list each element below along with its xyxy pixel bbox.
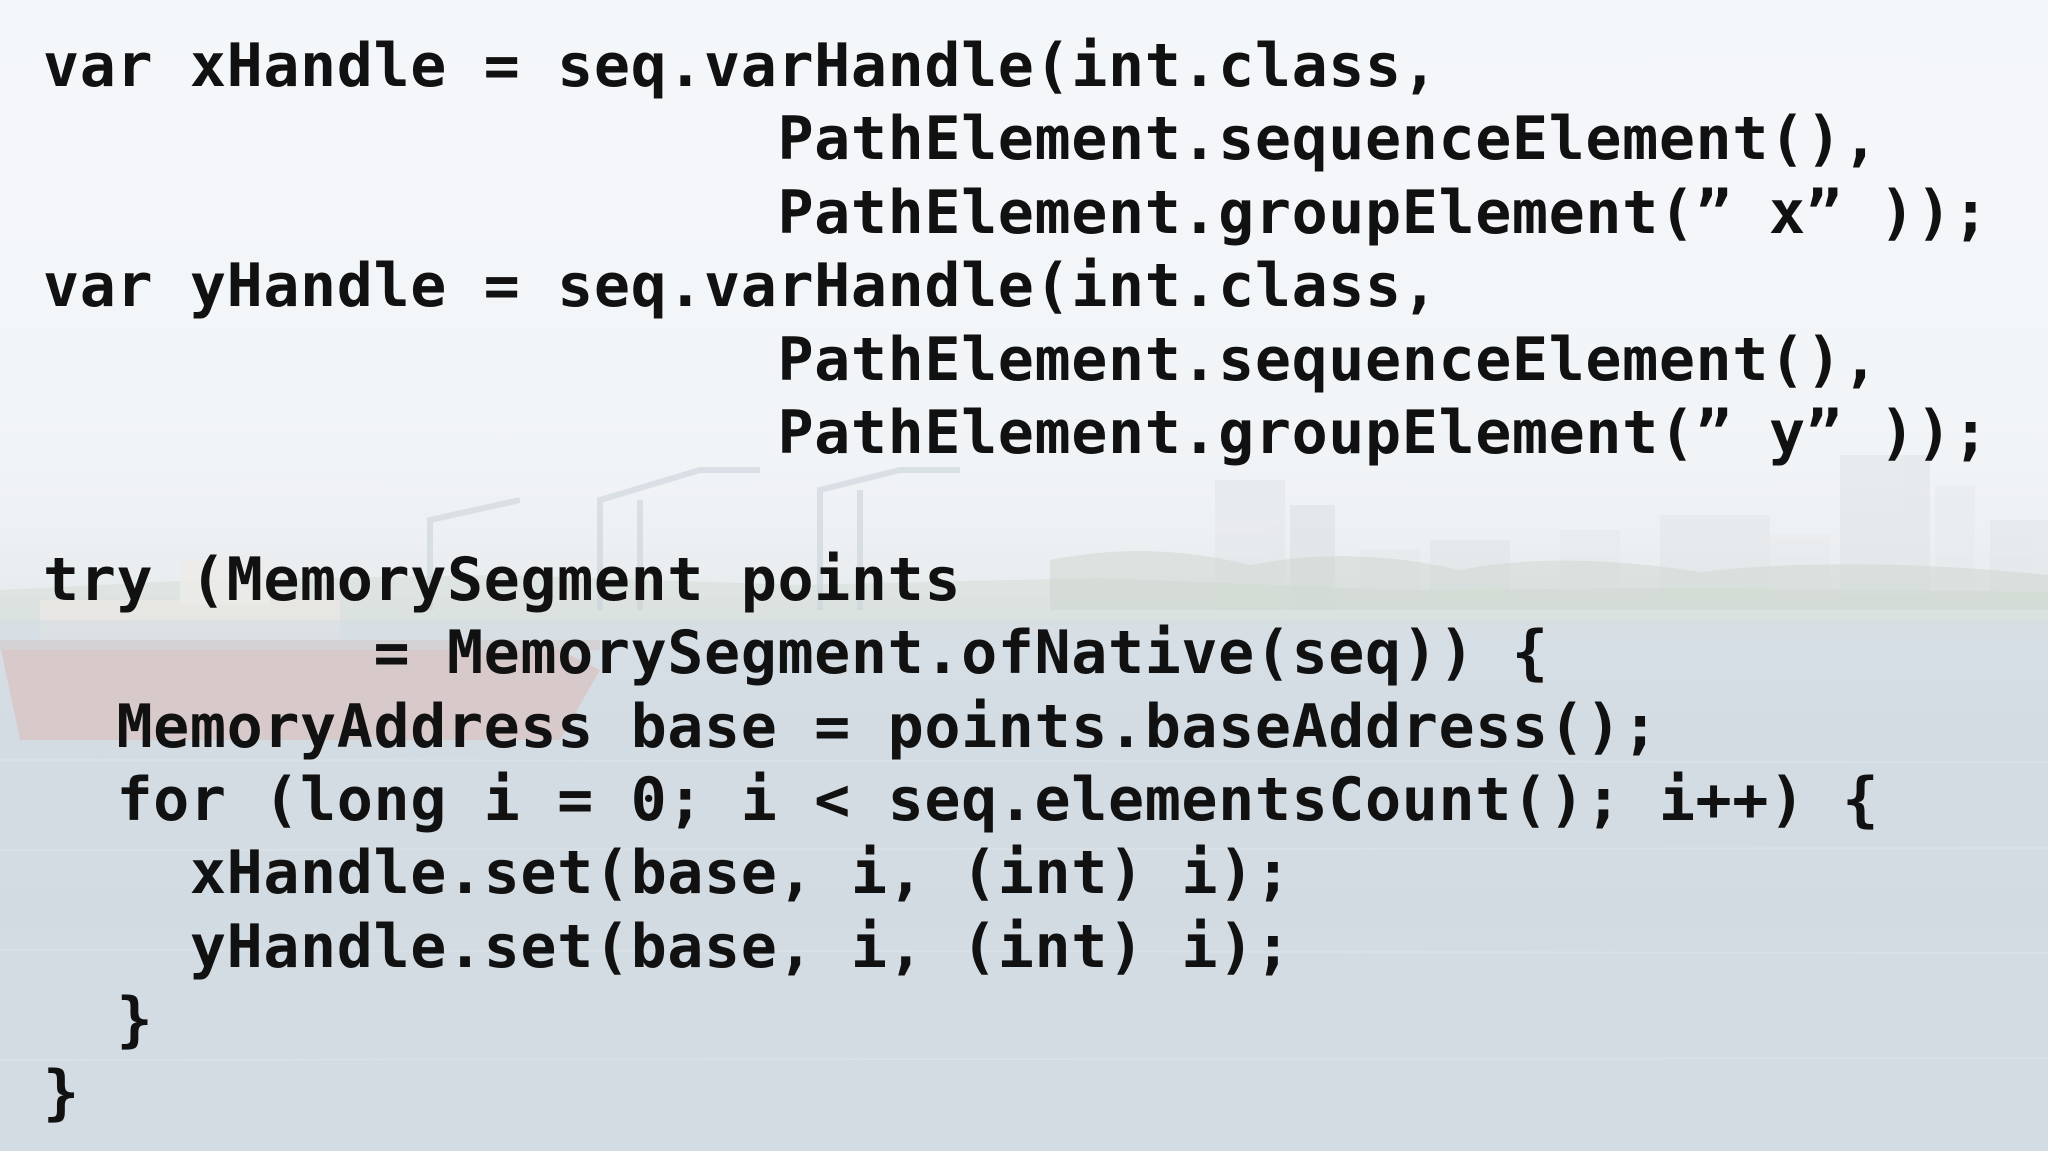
code-line: for (long i = 0; i < seq.elementsCount()… (43, 764, 1880, 835)
code-line: try (MemorySegment points (43, 544, 962, 615)
code-line: } (43, 1058, 80, 1129)
code-line: PathElement.groupElement(” y” )); (43, 397, 1990, 468)
code-line: MemoryAddress base = points.baseAddress(… (43, 691, 1659, 762)
code-block: var xHandle = seq.varHandle(int.class, P… (43, 30, 1989, 1131)
code-line: var yHandle = seq.varHandle(int.class, (43, 251, 1439, 322)
code-line: = MemorySegment.ofNative(seq)) { (43, 618, 1549, 689)
code-line: } (43, 985, 154, 1056)
code-line: xHandle.set(base, i, (int) i); (43, 838, 1292, 909)
code-line: PathElement.sequenceElement(), (43, 324, 1880, 395)
slide: var xHandle = seq.varHandle(int.class, P… (0, 0, 2048, 1151)
code-line: var xHandle = seq.varHandle(int.class, (43, 31, 1439, 101)
code-line: yHandle.set(base, i, (int) i); (43, 911, 1292, 982)
code-line: PathElement.groupElement(” x” )); (43, 177, 1990, 248)
code-line: PathElement.sequenceElement(), (43, 104, 1880, 175)
